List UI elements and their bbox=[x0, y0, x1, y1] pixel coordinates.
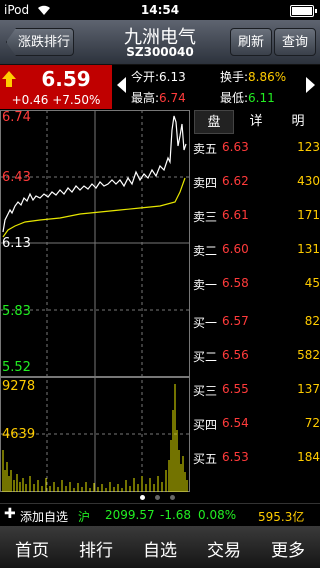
ask-row: 卖三 6.61 171 bbox=[190, 208, 320, 228]
order-price: 6.57 bbox=[222, 314, 249, 328]
bid-row: 买四 6.54 72 bbox=[190, 416, 320, 436]
ask-row: 卖四 6.62 430 bbox=[190, 174, 320, 194]
open-label: 今开: bbox=[131, 70, 160, 84]
status-bar: iPod 14:54 bbox=[0, 0, 320, 20]
ask-row: 卖五 6.63 123 bbox=[190, 140, 320, 160]
high-stat: 最高:6.74 bbox=[131, 89, 186, 106]
panel-tabs: 盘 详 明 bbox=[190, 110, 320, 134]
tab-ranking[interactable]: 排行 bbox=[64, 536, 128, 561]
order-price: 6.60 bbox=[222, 242, 249, 256]
open-value: 6.13 bbox=[159, 70, 186, 84]
order-price: 6.55 bbox=[222, 382, 249, 396]
ask-row: 卖一 6.58 45 bbox=[190, 276, 320, 296]
bid-row: 买一 6.57 82 bbox=[190, 314, 320, 334]
order-level-name: 买四 bbox=[193, 418, 218, 432]
order-price: 6.61 bbox=[222, 208, 249, 222]
bid-row: 买三 6.55 137 bbox=[190, 382, 320, 402]
page-dot-1 bbox=[140, 495, 145, 500]
order-volume: 45 bbox=[304, 276, 320, 290]
page-dot-3 bbox=[170, 495, 175, 500]
order-price: 6.54 bbox=[222, 416, 249, 430]
index-value: 2099.57 bbox=[105, 508, 155, 522]
stock-code: SZ300040 bbox=[126, 45, 194, 59]
order-volume: 131 bbox=[297, 242, 320, 256]
index-ticker: ✚ 添加自选 沪 2099.57 -1.68 0.08% 595.3亿 bbox=[0, 503, 320, 526]
low-value: 6.11 bbox=[248, 91, 275, 105]
page-dot-2 bbox=[155, 495, 160, 500]
tab-details[interactable]: 详 bbox=[236, 110, 276, 134]
order-price: 6.58 bbox=[222, 276, 249, 290]
page-indicator bbox=[140, 493, 180, 501]
order-price: 6.56 bbox=[222, 348, 249, 362]
price-label-high: 6.74 bbox=[2, 110, 31, 125]
tab-order-book[interactable]: 盘 bbox=[194, 110, 234, 134]
add-icon[interactable]: ✚ bbox=[4, 506, 16, 522]
order-level-name: 买二 bbox=[193, 350, 218, 364]
tab-trade[interactable]: 交易 bbox=[192, 536, 256, 561]
low-label: 最低: bbox=[220, 91, 249, 105]
price-label-lower: 5.83 bbox=[2, 304, 31, 319]
up-arrow-icon bbox=[2, 71, 16, 87]
navigation-bar: 涨跌排行 九洲电气 SZ300040 刷新 查询 bbox=[0, 20, 320, 65]
ask-row: 卖二 6.60 131 bbox=[190, 242, 320, 262]
tab-trades[interactable]: 明 bbox=[278, 110, 318, 134]
prev-stock-icon[interactable] bbox=[117, 77, 126, 93]
order-level-name: 卖二 bbox=[193, 244, 218, 258]
turnover-value: 8.86% bbox=[248, 70, 287, 84]
high-value: 6.74 bbox=[159, 91, 186, 105]
next-stock-icon[interactable] bbox=[306, 77, 315, 93]
battery-icon bbox=[290, 5, 317, 17]
order-level-name: 卖一 bbox=[193, 278, 218, 292]
index-percent: 0.08% bbox=[198, 508, 237, 522]
tab-watchlist[interactable]: 自选 bbox=[128, 536, 192, 561]
query-button[interactable]: 查询 bbox=[274, 28, 316, 56]
intraday-chart[interactable]: 6.74 6.43 6.13 5.83 5.52 9278 4639 bbox=[0, 110, 190, 492]
order-volume: 123 bbox=[297, 140, 320, 154]
order-volume: 430 bbox=[297, 174, 320, 188]
turnover-label: 换手: bbox=[220, 70, 249, 84]
open-stat: 今开:6.13 bbox=[131, 68, 186, 85]
back-button[interactable]: 涨跌排行 bbox=[6, 28, 74, 56]
high-label: 最高: bbox=[131, 91, 160, 105]
current-price: 6.59 bbox=[41, 67, 91, 91]
bid-row: 买二 6.56 582 bbox=[190, 348, 320, 368]
tab-more[interactable]: 更多 bbox=[256, 536, 320, 561]
bid-row: 买五 6.53 184 bbox=[190, 450, 320, 470]
volume-label-max: 9278 bbox=[2, 379, 36, 394]
order-volume: 137 bbox=[297, 382, 320, 396]
index-change: -1.68 bbox=[160, 508, 192, 522]
order-volume: 184 bbox=[297, 450, 320, 464]
add-watchlist-button[interactable]: 添加自选 bbox=[20, 508, 68, 525]
order-level-name: 卖四 bbox=[193, 176, 218, 190]
price-box: 6.59 +0.46 +7.50% bbox=[0, 65, 112, 109]
order-level-name: 卖三 bbox=[193, 210, 218, 224]
price-label-low: 5.52 bbox=[2, 360, 31, 375]
price-label-upper: 6.43 bbox=[2, 170, 31, 185]
market-turnover: 595.3亿 bbox=[258, 510, 305, 524]
tab-home[interactable]: 首页 bbox=[0, 536, 64, 561]
bottom-tab-bar: 首页 排行 自选 交易 更多 bbox=[0, 526, 320, 568]
price-change: +0.46 +7.50% bbox=[11, 93, 101, 107]
order-volume: 171 bbox=[297, 208, 320, 222]
volume-label-mid: 4639 bbox=[2, 427, 36, 442]
price-label-mid: 6.13 bbox=[2, 236, 31, 251]
refresh-button[interactable]: 刷新 bbox=[230, 28, 272, 56]
low-stat: 最低:6.11 bbox=[220, 89, 275, 106]
average-price-line bbox=[2, 177, 186, 238]
quote-header: 6.59 +0.46 +7.50% 今开:6.13 最高:6.74 换手:8.8… bbox=[0, 65, 320, 109]
order-price: 6.53 bbox=[222, 450, 249, 464]
order-price: 6.62 bbox=[222, 174, 249, 188]
order-level-name: 买三 bbox=[193, 384, 218, 398]
market-label: 沪 bbox=[78, 510, 91, 524]
order-volume: 582 bbox=[297, 348, 320, 362]
clock: 14:54 bbox=[140, 3, 180, 17]
order-level-name: 卖五 bbox=[193, 142, 218, 156]
order-volume: 82 bbox=[304, 314, 320, 328]
order-price: 6.63 bbox=[222, 140, 249, 154]
order-book-panel: 盘 详 明 卖五 6.63 123 卖四 6.62 430 卖三 6.61 171 卖二 6.60 1… bbox=[190, 110, 320, 492]
order-level-name: 买一 bbox=[193, 316, 218, 330]
turnover-stat: 换手:8.86% bbox=[220, 68, 286, 85]
order-volume: 72 bbox=[304, 416, 320, 430]
order-level-name: 买五 bbox=[193, 452, 218, 466]
